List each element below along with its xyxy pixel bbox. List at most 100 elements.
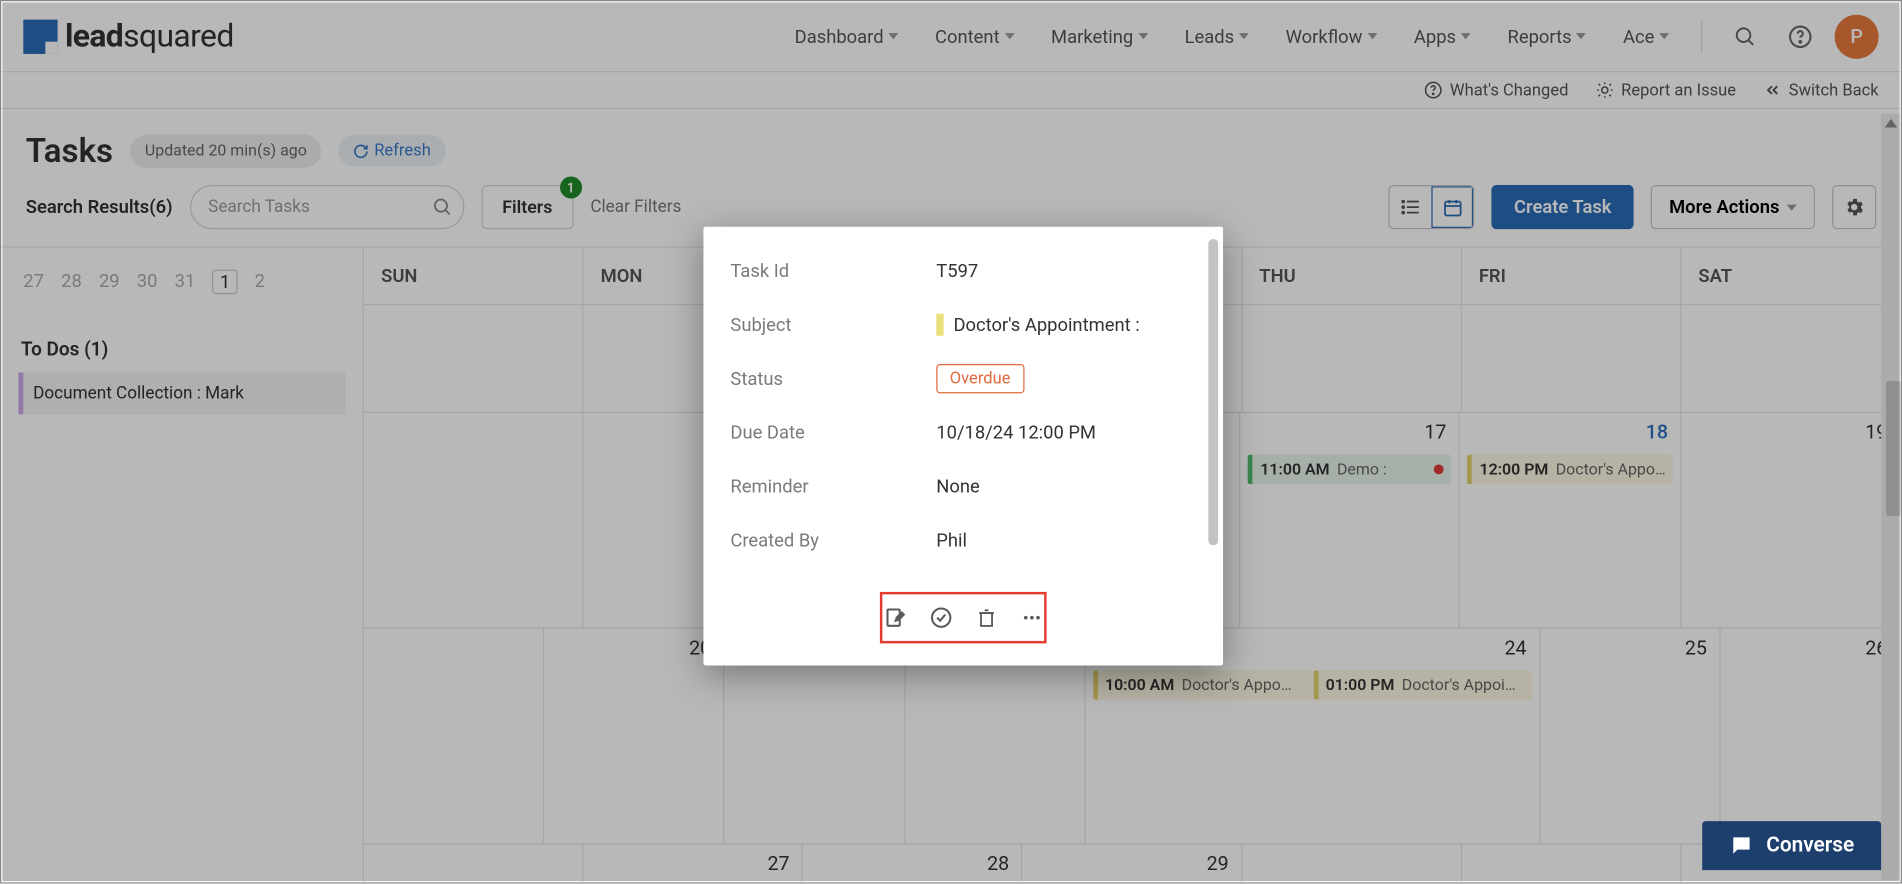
page-header: Tasks Updated 20 min(s) ago Refresh: [1, 109, 1901, 185]
calendar-cell[interactable]: [1242, 304, 1462, 412]
calendar-event[interactable]: 12:00 PM Doctor's Appo…: [1467, 455, 1673, 484]
logo-mark-icon: [23, 19, 57, 53]
field-value: 10/18/24 12:00 PM: [936, 422, 1096, 444]
popover-row: Subject Doctor's Appointment :: [730, 298, 1196, 352]
scroll-up-icon[interactable]: [1885, 119, 1897, 128]
calendar-event[interactable]: 01:00 PM Doctor's Appoi…: [1313, 670, 1531, 699]
search-box: [190, 185, 465, 229]
converse-widget[interactable]: Converse: [1702, 821, 1881, 870]
refresh-button[interactable]: Refresh: [339, 135, 446, 167]
user-avatar[interactable]: P: [1835, 14, 1879, 58]
create-task-button[interactable]: Create Task: [1492, 185, 1634, 229]
updated-timestamp: Updated 20 min(s) ago: [130, 134, 321, 167]
scroll-thumb[interactable]: [1886, 381, 1901, 516]
calendar-cell[interactable]: [1681, 304, 1901, 412]
calendar-cell[interactable]: 25: [1540, 627, 1720, 843]
mini-date-today[interactable]: 1: [212, 270, 237, 295]
mini-date[interactable]: 29: [99, 270, 120, 295]
whats-changed-link[interactable]: What's Changed: [1424, 80, 1568, 100]
calendar-cell[interactable]: 27: [584, 843, 804, 883]
bug-icon: [1595, 81, 1613, 99]
nav-ace[interactable]: Ace: [1611, 18, 1682, 55]
nav-marketing[interactable]: Marketing: [1039, 18, 1160, 55]
nav-reports[interactable]: Reports: [1495, 18, 1598, 55]
sidebar: 27 28 29 30 31 1 2 To Dos (1) Document C…: [1, 248, 364, 884]
report-issue-link[interactable]: Report an Issue: [1595, 80, 1736, 100]
delete-task-button[interactable]: [975, 604, 997, 631]
filters-button[interactable]: Filters 1: [481, 185, 573, 229]
field-label: Task Id: [730, 260, 936, 282]
todo-item[interactable]: Document Collection : Mark: [18, 373, 345, 415]
filters-badge: 1: [560, 176, 582, 198]
trash-icon: [975, 607, 997, 629]
help-button[interactable]: [1778, 14, 1822, 58]
calendar-event[interactable]: 11:00 AM Demo :: [1248, 455, 1451, 484]
calendar-cell[interactable]: 20: [544, 627, 724, 843]
search-button[interactable]: [1722, 14, 1766, 58]
mini-date[interactable]: 2: [255, 270, 265, 295]
popover-row: Created By Phil: [730, 513, 1196, 567]
field-value: None: [936, 475, 980, 497]
switch-back-link[interactable]: Switch Back: [1763, 80, 1879, 100]
day-number: 17: [1424, 420, 1446, 443]
status-badge: Overdue: [936, 364, 1024, 393]
nav-leads[interactable]: Leads: [1172, 18, 1261, 55]
calendar-row: 27 28 29: [364, 843, 1901, 883]
calendar-cell[interactable]: [364, 412, 583, 628]
more-options-button[interactable]: [1020, 604, 1045, 631]
view-toggle: [1389, 185, 1475, 229]
calendar-view-button[interactable]: [1432, 186, 1474, 228]
nav-separator: [1701, 20, 1702, 52]
calendar-cell[interactable]: 29: [1023, 843, 1243, 883]
calendar-cell[interactable]: [364, 627, 544, 843]
calendar-cell[interactable]: 28: [803, 843, 1023, 883]
calendar-cell[interactable]: 18 12:00 PM Doctor's Appo…: [1460, 412, 1682, 628]
mini-date[interactable]: 31: [175, 270, 196, 295]
calendar-cell[interactable]: [364, 843, 584, 883]
calendar-cell[interactable]: 26: [1720, 627, 1900, 843]
check-circle-icon: [929, 605, 954, 630]
clear-filters-link[interactable]: Clear Filters: [590, 197, 681, 217]
help-icon: [1424, 81, 1442, 99]
search-input[interactable]: [190, 185, 465, 229]
more-actions-button[interactable]: More Actions: [1651, 185, 1815, 229]
field-label: Created By: [730, 529, 936, 551]
brand-logo[interactable]: leadsquared: [23, 18, 233, 55]
field-value: Doctor's Appointment :: [936, 314, 1139, 336]
chevrons-left-icon: [1763, 81, 1781, 99]
nav-content[interactable]: Content: [923, 18, 1027, 55]
mini-date[interactable]: 28: [61, 270, 82, 295]
edit-icon: [882, 605, 907, 630]
brand-suffix: squared: [123, 18, 234, 55]
search-results-count: Search Results(6): [26, 196, 173, 218]
mini-date[interactable]: 30: [137, 270, 158, 295]
day-header: SUN: [364, 248, 584, 304]
field-value: T597: [936, 260, 978, 282]
field-value: Phil: [936, 529, 967, 551]
calendar-cell[interactable]: [1462, 843, 1682, 883]
field-value: Overdue: [936, 364, 1024, 393]
edit-task-button[interactable]: [882, 604, 907, 631]
caret-down-icon: [1787, 204, 1797, 210]
day-number: 18: [1646, 420, 1668, 443]
nav-dashboard[interactable]: Dashboard: [782, 18, 910, 55]
complete-task-button[interactable]: [929, 604, 954, 631]
calendar-cell[interactable]: 17 11:00 AM Demo :: [1241, 412, 1460, 628]
field-label: Subject: [730, 314, 936, 336]
mini-date[interactable]: 27: [23, 270, 44, 295]
mini-calendar-strip: 27 28 29 30 31 1 2: [18, 270, 345, 317]
nav-apps[interactable]: Apps: [1402, 18, 1483, 55]
popover-row: Due Date 10/18/24 12:00 PM: [730, 406, 1196, 460]
list-view-button[interactable]: [1390, 186, 1432, 228]
calendar-cell[interactable]: [1462, 304, 1682, 412]
nav-workflow[interactable]: Workflow: [1273, 18, 1389, 55]
popover-scrollbar[interactable]: [1208, 239, 1218, 545]
calendar-cell[interactable]: [1242, 843, 1462, 883]
calendar-cell[interactable]: 19: [1682, 412, 1901, 628]
calendar-cell[interactable]: [364, 304, 584, 412]
day-number: 25: [1685, 636, 1707, 659]
search-icon: [1732, 25, 1755, 48]
subject-color-bar-icon: [936, 314, 943, 336]
day-number: 29: [1207, 852, 1229, 875]
settings-button[interactable]: [1832, 185, 1876, 229]
